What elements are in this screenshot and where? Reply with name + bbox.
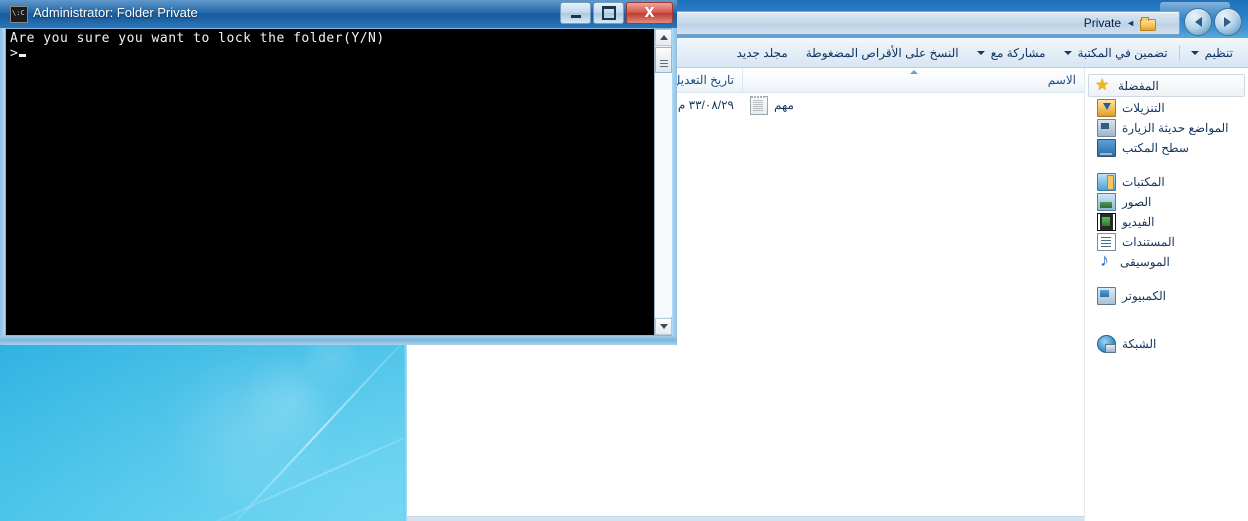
arrow-right-icon [1224,17,1231,27]
pictures-icon [1097,193,1116,211]
console-line-1: Are you sure you want to lock the folder… [10,31,385,46]
details-pane-strip [404,516,1084,521]
toolbar-item-include-in-library[interactable]: تضمين في المكتبة [1055,43,1177,63]
sidebar-item-label: المستندات [1122,235,1175,249]
sidebar-item-pictures[interactable]: الصور [1085,192,1248,212]
console-output[interactable]: Are you sure you want to lock the folder… [6,29,654,335]
sidebar-item-documents[interactable]: المستندات [1085,232,1248,252]
column-label: الاسم [1047,73,1076,87]
grip-icon [659,59,668,61]
sidebar-item-label: المفضلة [1118,78,1159,93]
forward-button[interactable] [1214,8,1242,36]
documents-icon [1097,233,1116,251]
sidebar-item-desktop[interactable]: سطح المكتب [1085,138,1248,158]
sidebar-item-label: الموسيقى [1120,255,1170,269]
minimize-button[interactable] [560,2,591,24]
sidebar-item-label: التنزيلات [1122,101,1165,115]
column-label: تاريخ التعديل [671,73,734,87]
cmd-bottom-edge [0,336,677,345]
music-icon [1097,250,1114,271]
toolbar-item-new-folder[interactable]: مجلد جديد [728,43,797,63]
toolbar-label: تنظيم [1204,45,1233,60]
breadcrumb-separator: ◄ [1126,18,1135,28]
chevron-down-icon [976,50,985,55]
cmd-client-area[interactable]: Are you sure you want to lock the folder… [5,28,672,336]
triangle-down-icon [659,324,668,329]
scroll-down-button[interactable] [655,318,672,335]
scrollbar-track[interactable] [655,73,672,317]
scroll-up-button[interactable] [655,29,672,46]
triangle-up-icon [659,35,668,40]
star-icon [1095,75,1112,95]
back-button[interactable] [1184,8,1212,36]
sidebar-item-label: سطح المكتب [1122,141,1189,155]
cmd-left-edge [0,28,5,345]
cmd-title: Administrator: Folder Private [33,5,198,20]
breadcrumb-current: Private [1083,16,1122,30]
navigation-buttons[interactable] [1184,8,1242,36]
toolbar-label: النسخ على الأقراص المضغوطة [805,45,959,60]
close-button[interactable]: X [626,2,673,24]
cell-name[interactable]: مهم [742,93,1084,117]
command-prompt-window[interactable]: Administrator: Folder Private X Are you … [0,0,677,345]
maximize-button[interactable] [593,2,624,24]
console-prompt: > [10,46,19,61]
arrow-left-icon [1195,17,1202,27]
maximize-icon [594,3,623,23]
recent-places-icon [1097,119,1116,137]
sidebar-item-label: الفيديو [1122,215,1155,229]
sidebar-item-videos[interactable]: الفيديو [1085,212,1248,232]
toolbar-label: تضمين في المكتبة [1077,45,1168,60]
toolbar-item-organize[interactable]: تنظيم [1182,43,1242,63]
sidebar-item-computer[interactable]: الكمبيوتر [1085,286,1248,306]
sidebar-item-favorites[interactable]: المفضلة [1088,74,1245,97]
chevron-down-icon [1063,50,1072,55]
console-cursor [19,54,27,57]
console-scrollbar[interactable] [654,29,672,335]
close-icon: X [644,5,655,21]
screen: ◄ Private تنظيم تضمين في المكتبة مشاركة … [0,0,1248,521]
toolbar-item-burn[interactable]: النسخ على الأقراص المضغوطة [797,43,968,63]
sidebar-item-label: الشبكة [1122,337,1157,351]
sidebar-item-downloads[interactable]: التنزيلات [1085,98,1248,118]
navigation-pane[interactable]: المفضلة التنزيلات المواضع حديثة الزيارة … [1084,68,1248,521]
sidebar-item-label: الكمبيوتر [1122,289,1166,303]
chevron-down-icon [1190,50,1199,55]
cmd-right-edge [672,28,677,345]
libraries-icon [1097,173,1116,191]
folder-icon [1140,16,1156,31]
computer-icon [1097,287,1116,305]
column-header-name[interactable]: الاسم [742,68,1084,92]
window-controls[interactable]: X [560,2,673,24]
text-file-icon [750,95,768,115]
console-icon [10,6,28,23]
toolbar-label: مجلد جديد [736,45,788,60]
sidebar-item-label: المكتبات [1122,175,1165,189]
sidebar-item-label: الصور [1122,195,1152,209]
network-icon [1097,335,1116,353]
toolbar-item-share-with[interactable]: مشاركة مع [968,43,1055,63]
videos-icon [1097,213,1116,231]
downloads-icon [1097,99,1116,117]
sort-ascending-icon [909,70,918,74]
sidebar-item-libraries[interactable]: المكتبات [1085,172,1248,192]
toolbar-separator [1178,44,1180,61]
file-name: مهم [774,98,794,112]
desktop-icon [1097,139,1116,157]
toolbar-label: مشاركة مع [990,45,1046,60]
sidebar-item-label: المواضع حديثة الزيارة [1122,121,1229,135]
minimize-icon [561,3,590,23]
sidebar-item-network[interactable]: الشبكة [1085,334,1248,354]
scrollbar-thumb[interactable] [655,47,672,73]
sidebar-item-music[interactable]: الموسيقى [1085,250,1248,272]
sidebar-item-recent-places[interactable]: المواضع حديثة الزيارة [1085,118,1248,138]
cmd-titlebar[interactable]: Administrator: Folder Private X [0,0,677,28]
breadcrumb[interactable]: ◄ Private [1083,14,1156,32]
